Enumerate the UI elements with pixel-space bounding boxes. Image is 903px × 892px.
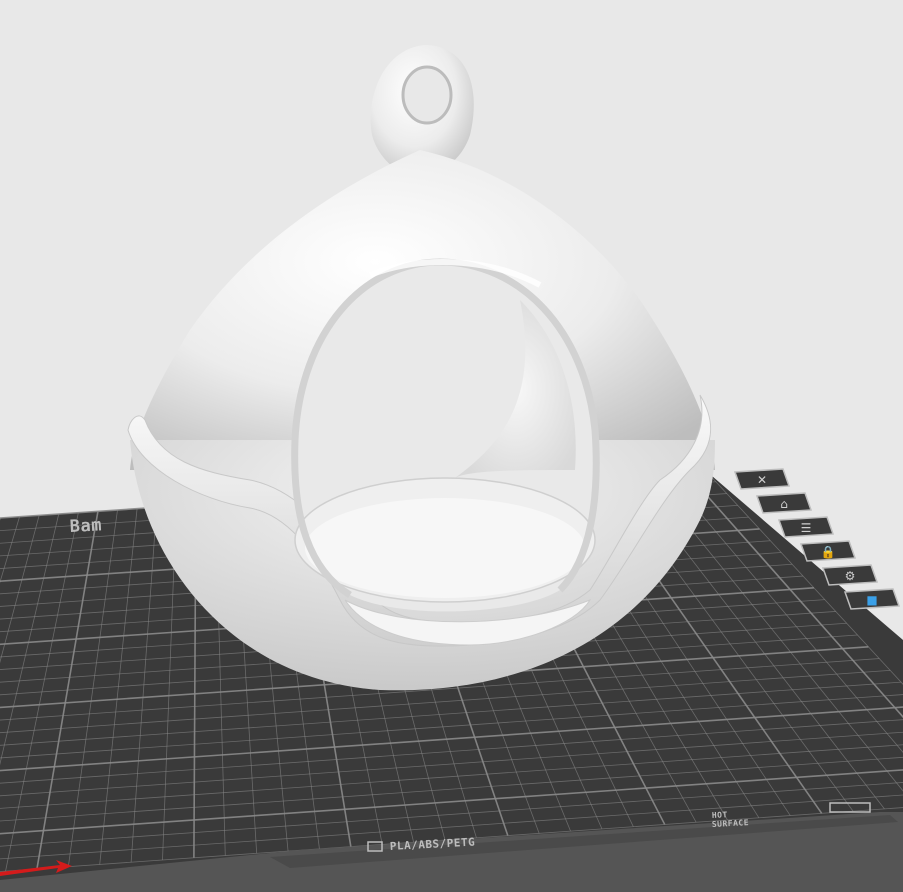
camera-view-icon-glyph: ⌂ [780, 497, 788, 511]
camera-view-icon[interactable]: ⌂ [755, 492, 813, 514]
hanging-bird-feeder-model[interactable] [127, 45, 715, 691]
object-list-icon[interactable]: ☰ [777, 516, 835, 538]
delete-object-icon[interactable]: ✕ [733, 468, 791, 490]
settings-object-icon[interactable]: ⚙ [821, 564, 879, 586]
object-list-icon-glyph: ☰ [801, 521, 812, 535]
settings-object-icon-glyph: ⚙ [845, 569, 856, 583]
color-object-icon-glyph: ■ [866, 593, 877, 607]
3d-viewport[interactable]: Bam PLA/ABS/PETG HOT SURFACE ✕ ⌂ ☰ 🔒 ⚙ ■ [0, 0, 903, 892]
color-object-icon[interactable]: ■ [843, 588, 901, 610]
scene-canvas[interactable]: Bam PLA/ABS/PETG HOT SURFACE ✕⌂☰🔒⚙■ [0, 0, 903, 892]
lock-object-icon[interactable]: 🔒 [799, 540, 857, 562]
lock-object-icon-glyph: 🔒 [821, 545, 836, 559]
delete-object-icon-glyph: ✕ [757, 473, 767, 487]
bed-brand-text: Bam [69, 515, 102, 537]
